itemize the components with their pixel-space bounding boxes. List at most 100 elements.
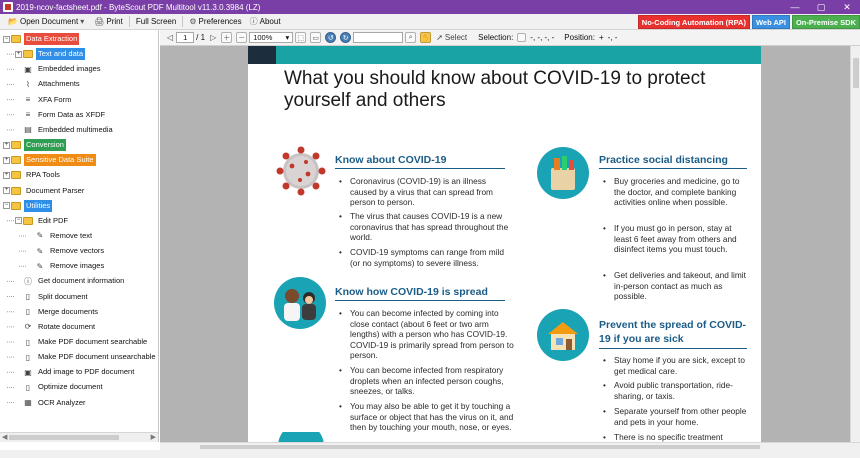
sidebar-horizontal-scrollbar[interactable]: ◀ ▶ [0, 432, 158, 442]
expand-icon[interactable]: + [3, 187, 10, 194]
tree-item[interactable]: + Sensitive Data Suite [3, 153, 96, 167]
tree-item[interactable]: ▦ OCR Analyzer [15, 396, 88, 410]
people-coughing-illustration [274, 277, 326, 329]
scroll-right-arrow-icon[interactable]: ▶ [151, 433, 156, 441]
document-headline: What you should know about COVID-19 to p… [284, 68, 706, 111]
product-badge[interactable]: On-Premise SDK [791, 15, 860, 29]
section-title-how-spread: Know how COVID-19 is spread [335, 286, 488, 298]
scroll-left-arrow-icon[interactable]: ◀ [2, 433, 7, 441]
expand-icon[interactable]: + [3, 141, 10, 149]
printer-icon: 🖨 [94, 17, 105, 26]
tree-item[interactable]: + Text and data [15, 47, 86, 61]
document-viewport[interactable]: What you should know about COVID-19 to p… [160, 46, 850, 442]
tree-item[interactable]: + Document Parser [3, 184, 86, 198]
folder-icon [23, 216, 33, 225]
position-value: -, - [607, 33, 618, 42]
tree-item-label: OCR Analyzer [38, 397, 86, 407]
tree-item[interactable]: ▯ Optimize document [15, 380, 105, 394]
tree-item[interactable]: − Edit PDF [15, 214, 70, 228]
full-screen-button[interactable]: Full Screen [132, 15, 180, 29]
tree-item[interactable]: + RPA Tools [3, 168, 62, 182]
zoom-in-icon[interactable]: ＋ [221, 32, 233, 43]
section-title-prevent-spread: Prevent the spread of COVID-19 if you ar… [599, 319, 747, 345]
tree-item[interactable]: ▣ Add image to PDF document [15, 365, 136, 379]
tree-item[interactable]: ▯ Make PDF document searchable [15, 335, 149, 349]
scrollbar-thumb[interactable] [853, 58, 859, 88]
tree-item-label: Conversion [24, 139, 66, 152]
preferences-button[interactable]: ⚙ Preferences [185, 15, 245, 29]
form-icon: ≡ [25, 95, 31, 105]
bullet: Buy groceries and medicine, go to the do… [603, 176, 749, 208]
tree-item[interactable]: ✎ Remove text [27, 229, 94, 243]
status-bar [0, 450, 860, 458]
tree-item[interactable]: ⓘ Get document information [15, 274, 126, 288]
expand-icon[interactable]: + [15, 50, 22, 58]
open-document-button[interactable]: 📂 Open Document ▾ [4, 15, 90, 29]
tree-item[interactable]: ⟳ Rotate document [15, 320, 97, 334]
tree-item[interactable]: ✎ Remove images [27, 259, 106, 273]
window-controls: — ▢ ✕ [782, 0, 860, 14]
binoculars-icon[interactable]: ⌕ [405, 32, 417, 43]
maximize-button[interactable]: ▢ [808, 0, 834, 14]
collapse-icon[interactable]: − [3, 35, 10, 43]
tree-item[interactable]: + Conversion [3, 138, 66, 152]
tree-item[interactable]: ⌇ Attachments [15, 77, 82, 91]
collapse-icon[interactable]: − [3, 202, 10, 210]
close-button[interactable]: ✕ [834, 0, 860, 14]
product-badge[interactable]: Web API [751, 15, 790, 29]
selection-rect-icon [517, 33, 527, 42]
search-input[interactable] [353, 32, 404, 43]
tree-item-label: Remove vectors [50, 246, 105, 256]
tree-item-label: Get document information [38, 276, 125, 286]
tree-item[interactable]: ≡ XFA Form [15, 93, 73, 107]
product-badge[interactable]: No-Coding Automation (RPA) [637, 15, 750, 29]
document-horizontal-scrollbar[interactable] [160, 442, 860, 450]
page-number-input[interactable]: 1 [176, 32, 195, 43]
section-underline [335, 168, 505, 169]
tree-item[interactable]: ✎ Remove vectors [27, 244, 106, 258]
app-icon [3, 2, 13, 12]
scrollbar-thumb[interactable] [200, 445, 760, 449]
tree-item[interactable]: ▯ Split document [15, 290, 90, 304]
tree-item-label: Make PDF document searchable [38, 337, 148, 346]
pdf-page: What you should know about COVID-19 to p… [248, 46, 761, 442]
tree-item-label: Embedded multimedia [38, 124, 113, 134]
section-title-social-distancing: Practice social distancing [599, 154, 728, 166]
edit-icon: ✎ [36, 246, 44, 256]
rotate-left-icon[interactable]: ↺ [325, 32, 337, 43]
pdf-file-icon: ▯ [25, 382, 31, 392]
fit-page-icon[interactable]: ⬚ [295, 32, 307, 43]
tree-item[interactable]: ▣ Embedded images [15, 62, 103, 76]
tree-item[interactable]: ▤ Embedded multimedia [15, 123, 115, 137]
tree-item-label: Rotate document [38, 321, 96, 331]
paperclip-icon: ⌇ [26, 79, 30, 89]
first-page-icon[interactable]: ◁ [167, 33, 173, 42]
print-button[interactable]: 🖨 Print [90, 15, 127, 29]
document-vertical-scrollbar[interactable] [850, 46, 860, 442]
zoom-select[interactable]: 100% ▾ [249, 32, 294, 43]
page-total-label: / 1 [196, 33, 206, 42]
about-button[interactable]: ⓘ About [246, 15, 285, 29]
tree-item[interactable]: ▯ Merge documents [15, 305, 100, 319]
select-tool-button[interactable]: ➚ Select [436, 33, 467, 42]
scrollbar-thumb[interactable] [9, 435, 119, 440]
tree-item[interactable]: − Data Extraction [3, 32, 80, 46]
expand-icon[interactable]: + [3, 171, 10, 179]
fit-width-icon[interactable]: ▭ [310, 32, 322, 43]
tree-item-label: RPA Tools [26, 170, 60, 180]
tree-item[interactable]: ≡ Form Data as XFDF [15, 108, 107, 122]
pdf-file-icon: ▯ [25, 307, 31, 317]
tree-item-label: Form Data as XFDF [38, 109, 106, 119]
zoom-out-icon[interactable]: － [236, 32, 248, 43]
main-toolbar: 📂 Open Document ▾ 🖨 Print Full Screen ⚙ … [0, 14, 860, 30]
hand-tool-icon[interactable]: ✋ [420, 32, 432, 43]
collapse-icon[interactable]: − [15, 217, 22, 225]
minimize-button[interactable]: — [782, 0, 808, 14]
bullet: Get deliveries and takeout, and limit in… [603, 270, 749, 302]
expand-icon[interactable]: + [3, 156, 10, 164]
next-page-icon[interactable]: ▷ [210, 33, 216, 42]
rotate-right-icon[interactable]: ↻ [340, 32, 352, 43]
tree-item[interactable]: ▯ Make PDF document unsearchable [15, 350, 158, 364]
folder-icon [11, 35, 21, 43]
tree-item[interactable]: − Utilities [3, 199, 53, 213]
